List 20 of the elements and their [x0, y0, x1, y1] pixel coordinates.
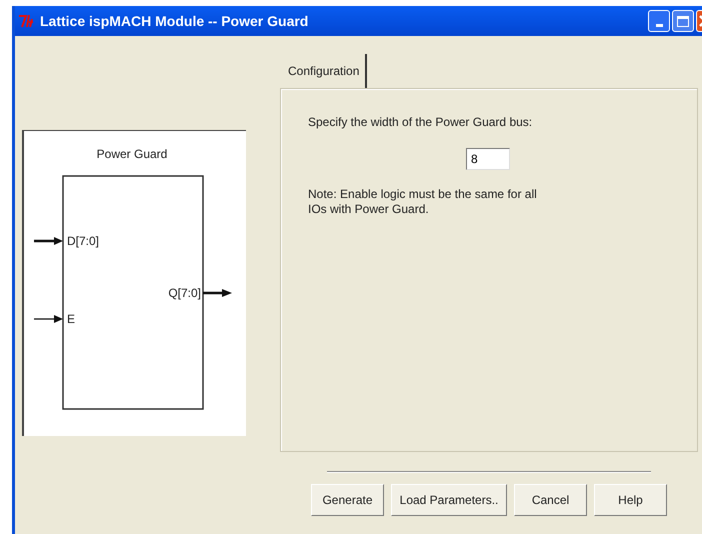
diagram-title: Power Guard	[96, 147, 168, 161]
dialog-button[interactable]: Help	[594, 484, 667, 516]
bus-width-prompt: Specify the width of the Power Guard bus:	[308, 114, 534, 131]
dialog-button[interactable]: Generate	[311, 484, 384, 516]
minimize-icon	[656, 24, 662, 27]
input-arrow	[34, 237, 63, 245]
dialog-button[interactable]: Cancel	[514, 484, 587, 516]
window-title: Lattice ispMACH Module -- Power Guard	[40, 12, 308, 31]
note-text: Note: Enable logic must be the same for all IOs with Power Guard.	[308, 187, 538, 217]
maximize-button[interactable]	[672, 10, 694, 32]
minimize-button[interactable]	[648, 10, 670, 32]
port-label: D[7:0]	[67, 234, 100, 248]
port-label: E	[67, 312, 76, 326]
bus-width-field[interactable]: 8	[466, 148, 510, 170]
output-arrow	[203, 289, 232, 297]
dialog-button[interactable]: Load Parameters..	[391, 484, 507, 516]
port-label: Q[7:0]	[168, 286, 201, 300]
app-logo-icon	[18, 14, 36, 28]
maximize-icon	[677, 16, 689, 26]
input-arrow	[34, 315, 63, 323]
